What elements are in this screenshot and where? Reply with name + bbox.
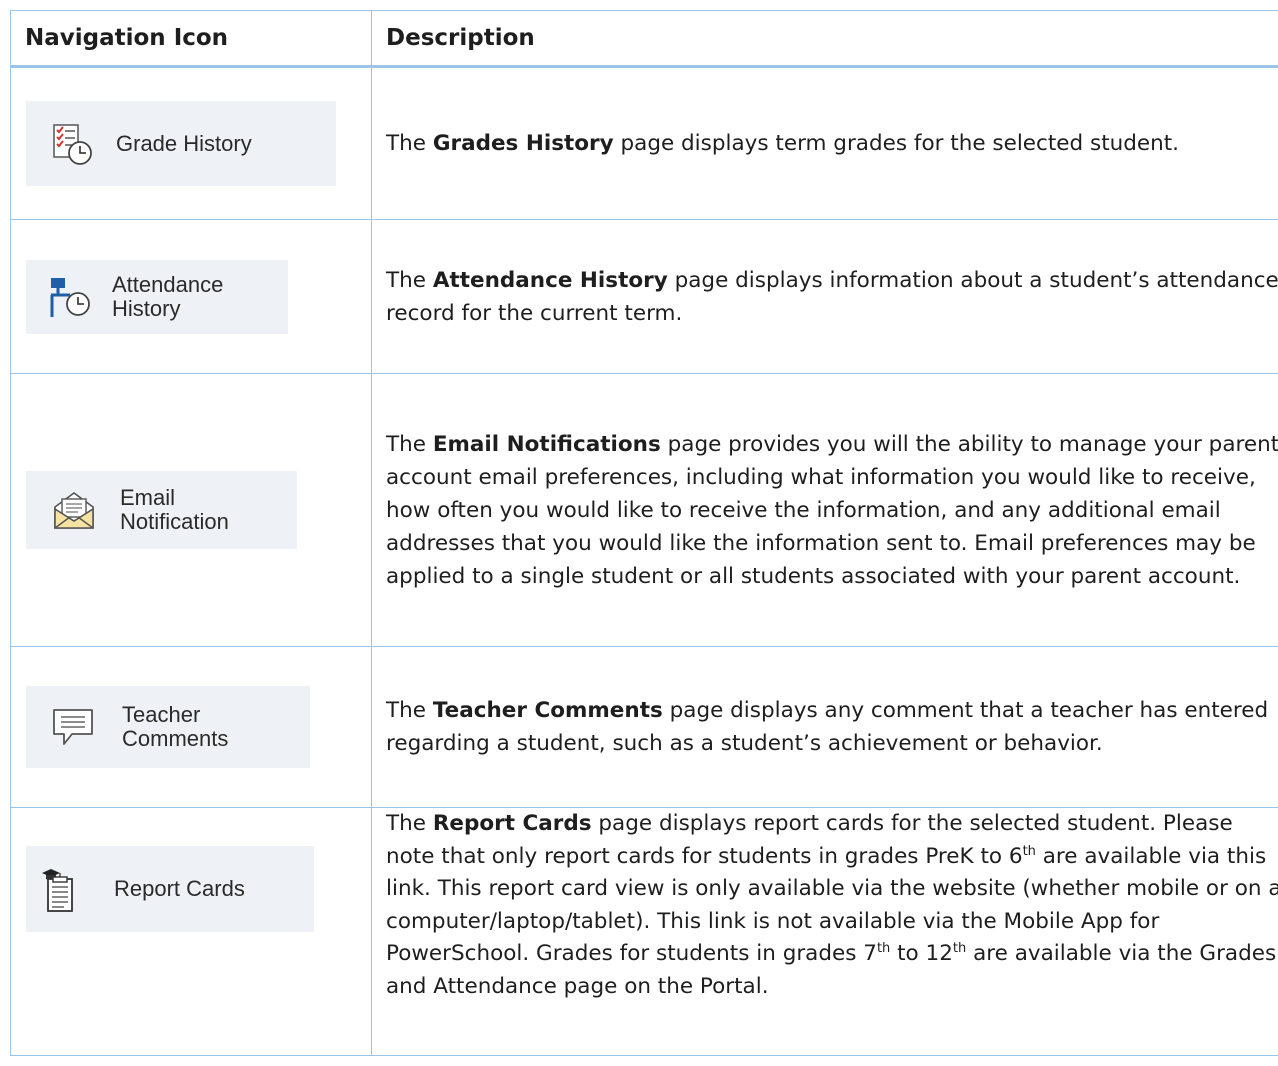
navigation-table: Navigation Icon Description Grade Histor… [10, 10, 1278, 1056]
comment-bubble-icon [53, 709, 93, 745]
teacher-label-line2: Comments [122, 726, 229, 751]
icon-cell: Email Notification [10, 373, 372, 647]
page-name: Attendance History [432, 267, 668, 293]
header-navigation-icon: Navigation Icon [10, 10, 372, 68]
report-cards-label: Report Cards [114, 876, 245, 901]
report-cards-button[interactable]: Report Cards [26, 846, 314, 932]
page-name: Email Notifications [432, 431, 661, 457]
header-description: Description [371, 10, 1278, 68]
email-envelope-icon [54, 492, 94, 529]
page-name: Teacher Comments [432, 698, 663, 723]
report-card-icon [42, 869, 73, 912]
icon-cell: Teacher Comments [10, 646, 372, 808]
grade-history-icon [53, 123, 92, 165]
description-cell: The Grades History page displays term gr… [371, 66, 1278, 220]
email-notification-button[interactable]: Email Notification [26, 471, 297, 549]
table-row: Report Cards The Report Cards page displ… [10, 807, 1278, 1056]
email-label-line1: Email [120, 485, 176, 510]
description-cell: The Email Notifications page provides yo… [371, 373, 1278, 647]
page-name: Report Cards [432, 811, 592, 836]
table-header-row: Navigation Icon Description [10, 10, 1278, 68]
description-cell: The Report Cards page displays report ca… [371, 807, 1278, 1056]
description-cell: The Teacher Comments page displays any c… [371, 646, 1278, 808]
icon-cell: Attendance History [10, 219, 372, 374]
table-row: Grade History The Grades History page di… [10, 66, 1278, 220]
attendance-label-line2: History [112, 295, 181, 321]
page-name: Grades History [432, 131, 614, 156]
attendance-history-icon [50, 277, 90, 317]
table-row: Teacher Comments The Teacher Comments pa… [10, 646, 1278, 808]
icon-cell: Grade History [10, 66, 372, 220]
table-row: Email Notification The Email Notificatio… [10, 373, 1278, 647]
icon-cell: Report Cards [10, 807, 372, 1056]
teacher-comments-button[interactable]: Teacher Comments [26, 686, 310, 768]
description-cell: The Attendance History page displays inf… [371, 219, 1278, 374]
grade-history-button[interactable]: Grade History [26, 101, 336, 186]
table-row: Attendance History The Attendance Histor… [10, 219, 1278, 374]
attendance-history-button[interactable]: Attendance History [26, 259, 288, 334]
attendance-label-line1: Attendance [112, 271, 224, 297]
teacher-label-line1: Teacher [122, 702, 201, 727]
grade-history-label: Grade History [116, 130, 252, 156]
email-label-line2: Notification [120, 509, 229, 534]
